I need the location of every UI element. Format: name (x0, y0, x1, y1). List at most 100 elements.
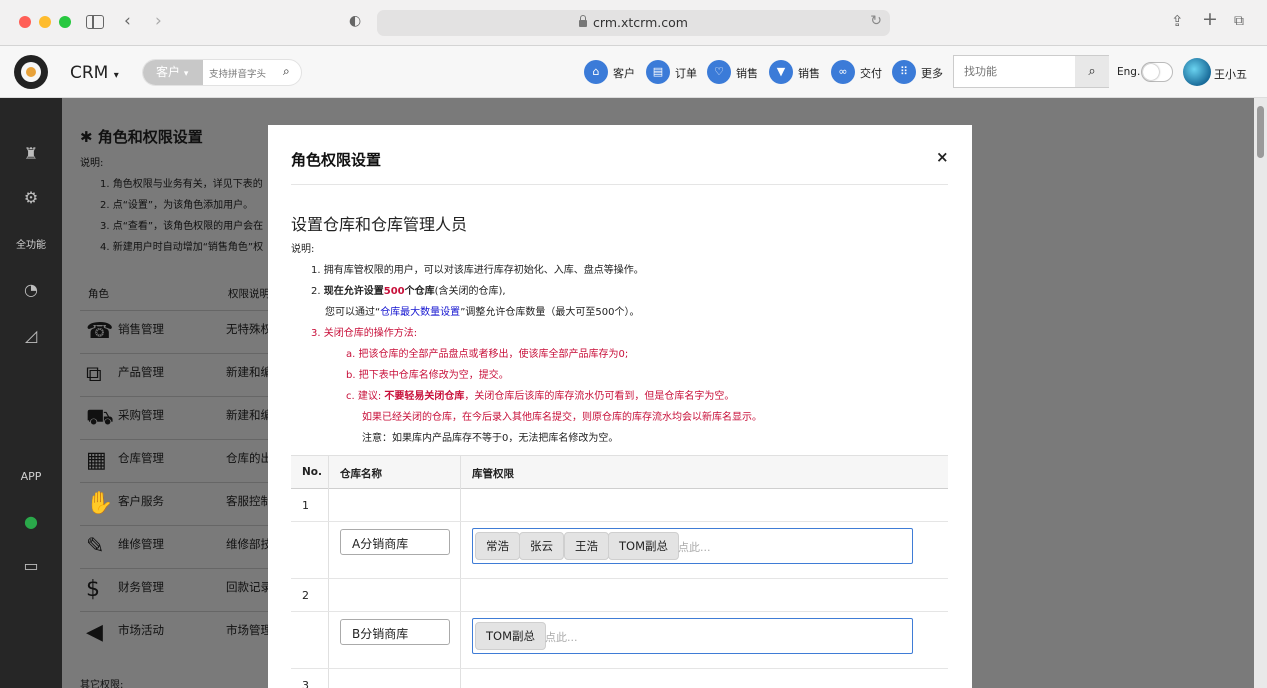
manager-tag-input[interactable]: TOM副总 点此... (472, 618, 913, 654)
close-window-button[interactable] (19, 16, 31, 28)
dashboard-icon[interactable]: ◔ (0, 280, 62, 299)
handshake-icon: ✋ (86, 491, 114, 516)
heart-icon: ♡ (707, 60, 731, 84)
cart-icon: ⛟ (86, 405, 114, 430)
instruction-4: 注意：如果库内产品库存不等于0，无法把库名修改为空。 (362, 433, 619, 444)
caret-down-icon: ▾ (113, 70, 119, 81)
privacy-shield-icon[interactable]: ◐ (349, 11, 361, 31)
modal-note-label: 说明: (291, 244, 315, 255)
new-tab-icon[interactable]: + (1202, 9, 1218, 29)
bank-icon: ⌂ (584, 60, 608, 84)
warehouse-name-input[interactable]: B分销商库 (340, 619, 450, 645)
nav-order-label: 订单 (675, 67, 697, 80)
section-title: 设置仓库和仓库管理人员 (291, 215, 468, 234)
table-row[interactable]: ✎ 维修管理 维修部技 (80, 525, 280, 568)
find-search-icon[interactable]: ⌕ (1075, 56, 1109, 87)
document-icon: ▤ (646, 60, 670, 84)
manager-tag-input[interactable]: 常浩 张云 王浩 TOM副总 点此... (472, 528, 913, 564)
scroll-thumb[interactable] (1257, 106, 1264, 158)
funnel-icon: ▼ (769, 60, 793, 84)
table-row[interactable]: ✋ 客户服务 客服控制 (80, 482, 280, 525)
instruction-3b: b. 把下表中仓库名修改为空，提交。 (346, 370, 509, 381)
link-icon: ∞ (831, 60, 855, 84)
manager-placeholder[interactable]: 点此... (545, 629, 578, 645)
instruction-3: 3. 关闭仓库的操作方法: (311, 328, 418, 339)
crm-menu[interactable]: CRM ▾ (70, 63, 119, 83)
warehouse-name-input[interactable]: A分销商库 (340, 529, 450, 555)
sidebar-toggle-icon[interactable] (86, 15, 104, 29)
left-sidebar: ♜ ⚙ 全功能 ◔ ◿ APP ● ▭ (0, 98, 62, 688)
user-avatar[interactable] (1183, 58, 1211, 86)
manager-tag[interactable]: TOM副总 (608, 532, 679, 560)
english-label: Eng. (1117, 66, 1141, 78)
manager-tag[interactable]: 常浩 (475, 532, 520, 560)
customer-search: 客户 ▾ 支持拼音字头 ⌕ (142, 59, 302, 86)
search-icon[interactable]: ⌕ (283, 64, 290, 79)
table-row: 1 (291, 489, 948, 522)
zoom-window-button[interactable] (59, 16, 71, 28)
money-bag-icon: $ (86, 577, 100, 602)
other-permissions-label: 其它权限: (80, 680, 124, 688)
warehouse-icon: ▦ (86, 448, 107, 473)
manager-tag[interactable]: 张云 (519, 532, 564, 560)
table-row[interactable]: ▦ 仓库管理 仓库的出 (80, 439, 280, 482)
find-feature-box: ⌕ (953, 55, 1109, 88)
find-feature-input[interactable] (954, 56, 1074, 87)
table-row: 3 (291, 669, 948, 688)
col-no: No. (302, 466, 322, 478)
manager-tag[interactable]: TOM副总 (475, 622, 546, 650)
tab-overview-icon[interactable]: ⧉ (1234, 11, 1244, 31)
crm-brand-label: CRM (70, 63, 109, 83)
nav-delivery-label: 交付 (860, 67, 882, 80)
row-number: 1 (302, 499, 309, 512)
table-row[interactable]: $ 财务管理 回款记录 (80, 568, 280, 611)
product-icon: ⧉ (86, 362, 102, 387)
monitor-icon[interactable]: ▭ (0, 556, 62, 575)
app-header: CRM ▾ 客户 ▾ 支持拼音字头 ⌕ ⌂ 客户 ▤ 订单 ♡ 销售 ▼ 销售 … (0, 46, 1267, 98)
app-link[interactable]: APP (0, 470, 62, 483)
table-row[interactable]: ⧉ 产品管理 新建和编 (80, 353, 280, 396)
customer-search-input[interactable]: 支持拼音字头 (209, 66, 266, 80)
url-text: crm.xtcrm.com (593, 15, 688, 30)
username[interactable]: 王小五 (1214, 66, 1247, 82)
page-scrollbar[interactable] (1254, 98, 1267, 688)
row-number: 3 (302, 679, 309, 688)
table-row[interactable]: ☎ 销售管理 无特殊权 (80, 310, 280, 353)
table-header: No. 仓库名称 库管权限 (291, 455, 948, 489)
wechat-icon[interactable]: ● (0, 512, 62, 531)
modal-title: 角色权限设置 (291, 151, 382, 169)
instruction-2b: 您可以通过“仓库最大数量设置”调整允许仓库数量（最大可至500个）。 (325, 307, 640, 318)
page-note-3: 3. 点“查看”，该角色权限的用户会在 (100, 221, 264, 232)
table-row[interactable]: ⛟ 采购管理 新建和编 (80, 396, 280, 439)
instruction-3d: 如果已经关闭的仓库，在今后录入其他库名提交，则原仓库的库存流水均会以新库名显示。 (362, 412, 762, 423)
close-icon[interactable]: × (936, 148, 949, 166)
instruction-2: 2. 现在允许设置500个仓库(含关闭的仓库), (311, 286, 506, 297)
reload-icon[interactable]: ↻ (870, 13, 882, 29)
gears-icon[interactable]: ⚙ (0, 188, 62, 207)
customer-type-select[interactable]: 客户 ▾ (143, 60, 203, 85)
max-warehouse-setting-link[interactable]: 仓库最大数量设置 (380, 307, 460, 318)
forward-icon[interactable]: › (155, 11, 162, 31)
instruction-3a: a. 把该仓库的全部产品盘点或者移出，使该库全部产品库存为0; (346, 349, 629, 360)
page-note-4: 4. 新建用户时自动增加“销售角色”权 (100, 242, 264, 253)
minimize-window-button[interactable] (39, 16, 51, 28)
table-row: B分销商库 TOM副总 点此... (291, 612, 948, 669)
col-manager-permission: 库管权限 (472, 468, 514, 480)
nav-more-label: 更多 (921, 67, 943, 80)
share-icon[interactable]: ⇪ (1171, 11, 1184, 31)
table-row[interactable]: ◀ 市场活动 市场管理 (80, 611, 280, 654)
all-features-link[interactable]: 全功能 (0, 236, 62, 251)
crm-logo[interactable] (14, 55, 48, 89)
nav-sales-2-label: 销售 (798, 67, 820, 80)
castle-icon[interactable]: ♜ (0, 144, 62, 163)
address-bar[interactable]: crm.xtcrm.com ↻ (377, 10, 890, 36)
role-permission-modal: 角色权限设置 × 设置仓库和仓库管理人员 说明: 1. 拥有库管权限的用户，可以… (268, 125, 972, 688)
english-toggle[interactable] (1141, 62, 1173, 82)
back-icon[interactable]: ‹ (124, 11, 131, 31)
chart-icon[interactable]: ◿ (0, 326, 62, 345)
page-note-1: 1. 角色权限与业务有关，详见下表的 (100, 179, 263, 190)
page-note-label: 说明: (80, 158, 104, 169)
manager-tag[interactable]: 王浩 (564, 532, 609, 560)
manager-placeholder[interactable]: 点此... (678, 539, 711, 555)
wrench-icon: ✎ (86, 534, 105, 559)
